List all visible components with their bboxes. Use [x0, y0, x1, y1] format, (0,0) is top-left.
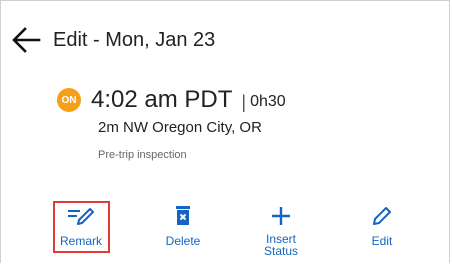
header: Edit - Mon, Jan 23 — [1, 1, 449, 61]
event-location: 2m NW Oregon City, OR — [98, 119, 262, 136]
edit-button[interactable]: Edit — [347, 197, 417, 257]
event-time: 4:02 am PDT — [91, 86, 233, 113]
event-note: Pre-trip inspection — [98, 149, 187, 161]
pencil-icon — [367, 203, 397, 229]
plus-icon — [266, 203, 296, 229]
arrow-left-icon — [12, 27, 41, 53]
delete-label: Delete — [165, 234, 201, 248]
remark-button[interactable]: Remark — [46, 197, 116, 257]
status-badge: ON — [57, 88, 81, 112]
insert-status-label: Insert Status — [263, 232, 299, 258]
page-title: Edit - Mon, Jan 23 — [53, 29, 216, 51]
status-row: ON 4:02 am PDT | 0h30 — [57, 85, 286, 115]
remark-pencil-icon — [66, 203, 96, 229]
trash-icon — [168, 203, 198, 229]
edit-log-panel: Edit - Mon, Jan 23 ON 4:02 am PDT | 0h30… — [0, 0, 450, 263]
separator: | — [241, 92, 247, 112]
action-bar: Remark Delete Insert Status Edit — [1, 197, 449, 261]
remark-label: Remark — [59, 234, 102, 248]
edit-label: Edit — [371, 234, 393, 248]
delete-button[interactable]: Delete — [148, 197, 218, 257]
insert-status-button[interactable]: Insert Status — [246, 197, 316, 257]
back-button[interactable] — [11, 27, 41, 53]
event-duration: 0h30 — [250, 93, 286, 110]
